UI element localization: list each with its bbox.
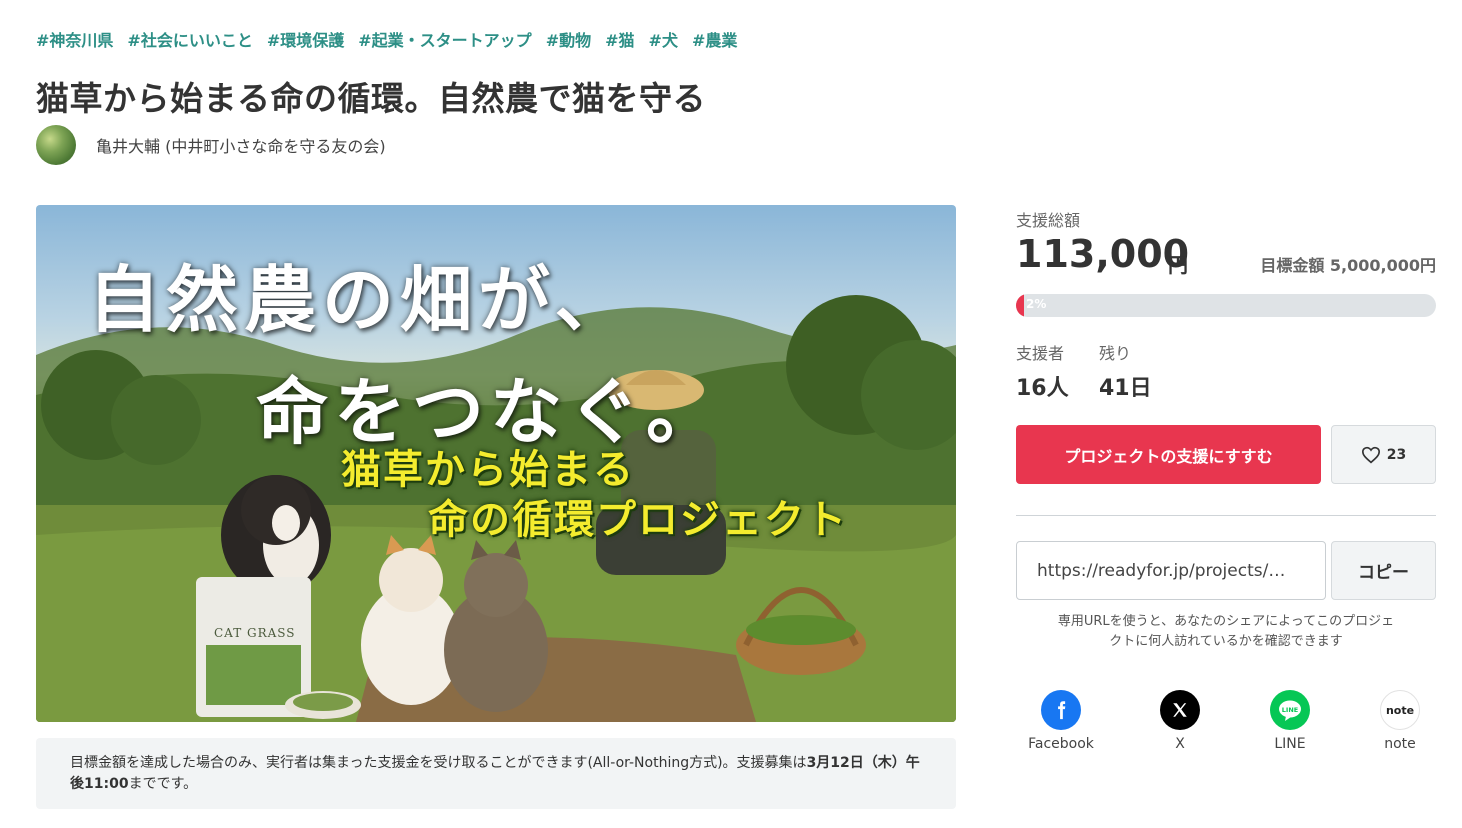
tag-social-good[interactable]: #社会にいいこと (127, 27, 252, 51)
notice-text-end: までです。 (128, 776, 198, 792)
tag-startup[interactable]: #起業・スタートアップ (358, 27, 531, 51)
divider (1016, 515, 1436, 516)
tag-list: #神奈川県 #社会にいいこと #環境保護 #起業・スタートアップ #動物 #猫 … (36, 27, 737, 51)
support-button[interactable]: プロジェクトの支援にすすむ (1016, 425, 1321, 484)
share-x[interactable]: X (1140, 690, 1220, 752)
total-row: 113,000 円 目標金額 5,000,000円 (1016, 232, 1436, 280)
bag-label: CAT GRASS (214, 626, 296, 640)
notice-text: 目標金額を達成した場合のみ、実行者は集まった支援金を受け取ることができます(Al… (70, 755, 807, 771)
all-or-nothing-notice: 目標金額を達成した場合のみ、実行者は集まった支援金を受け取ることができます(Al… (36, 738, 956, 809)
line-icon[interactable]: LINE (1270, 690, 1310, 730)
hero-headline-1: 自然農の畑が、 (88, 257, 633, 342)
remaining-days: 41日 (1099, 376, 1152, 401)
goal-amount: 目標金額 5,000,000円 (1260, 256, 1436, 275)
tag-kanagawa[interactable]: #神奈川県 (36, 27, 113, 51)
share-url-help: 専用URLを使うと、あなたのシェアによってこのプロジェクトに何人訪れているかを確… (1057, 614, 1395, 649)
share-line-label: LINE (1274, 736, 1306, 752)
project-owner[interactable]: 亀井大輔 (中井町小さな命を守る友の会) (36, 125, 386, 165)
remaining-stat: 残り 41日 (1099, 340, 1152, 402)
favorite-count: 23 (1386, 446, 1407, 463)
progress-percent: 2% (1026, 297, 1047, 311)
progress-fill (1016, 294, 1025, 317)
share-note-label: note (1384, 736, 1416, 752)
share-url-field[interactable] (1016, 541, 1326, 600)
tag-dog[interactable]: #犬 (649, 27, 678, 51)
share-facebook-label: Facebook (1028, 736, 1094, 752)
page-title: 猫草から始まる命の循環。自然農で猫を守る (36, 79, 706, 118)
share-facebook[interactable]: Facebook (1021, 690, 1101, 752)
tag-cat[interactable]: #猫 (605, 27, 634, 51)
note-icon[interactable]: note (1380, 690, 1420, 730)
copy-button[interactable]: コピー (1331, 541, 1436, 600)
total-amount: 113,000 (1016, 232, 1190, 276)
tag-agriculture[interactable]: #農業 (692, 27, 737, 51)
tag-animals[interactable]: #動物 (546, 27, 591, 51)
share-line[interactable]: LINE LINE (1250, 690, 1330, 752)
supporters-stat: 支援者 16人 (1016, 340, 1069, 402)
owner-name[interactable]: 亀井大輔 (中井町小さな命を守る友の会) (96, 133, 386, 157)
hero-subtitle-2: 命の循環プロジェクト (428, 497, 848, 543)
share-x-label: X (1175, 736, 1185, 752)
remaining-label: 残り (1099, 344, 1132, 363)
favorite-button[interactable]: 23 (1331, 425, 1436, 484)
hero-image: 自然農の畑が、 命をつなぐ。 猫草から始まる 命の循環プロジェクト CAT GR… (36, 205, 956, 722)
supporters-label: 支援者 (1016, 344, 1065, 363)
total-unit: 円 (1168, 253, 1188, 277)
total-label: 支援総額 (1016, 211, 1081, 230)
tag-environment[interactable]: #環境保護 (267, 27, 344, 51)
facebook-icon[interactable] (1041, 690, 1081, 730)
progress-bar: 2% (1016, 294, 1436, 317)
heart-icon (1361, 446, 1380, 463)
svg-text:LINE: LINE (1282, 706, 1298, 714)
share-note[interactable]: note note (1360, 690, 1440, 752)
avatar[interactable] (36, 125, 76, 165)
x-icon[interactable] (1160, 690, 1200, 730)
supporters-count: 16人 (1016, 376, 1069, 401)
